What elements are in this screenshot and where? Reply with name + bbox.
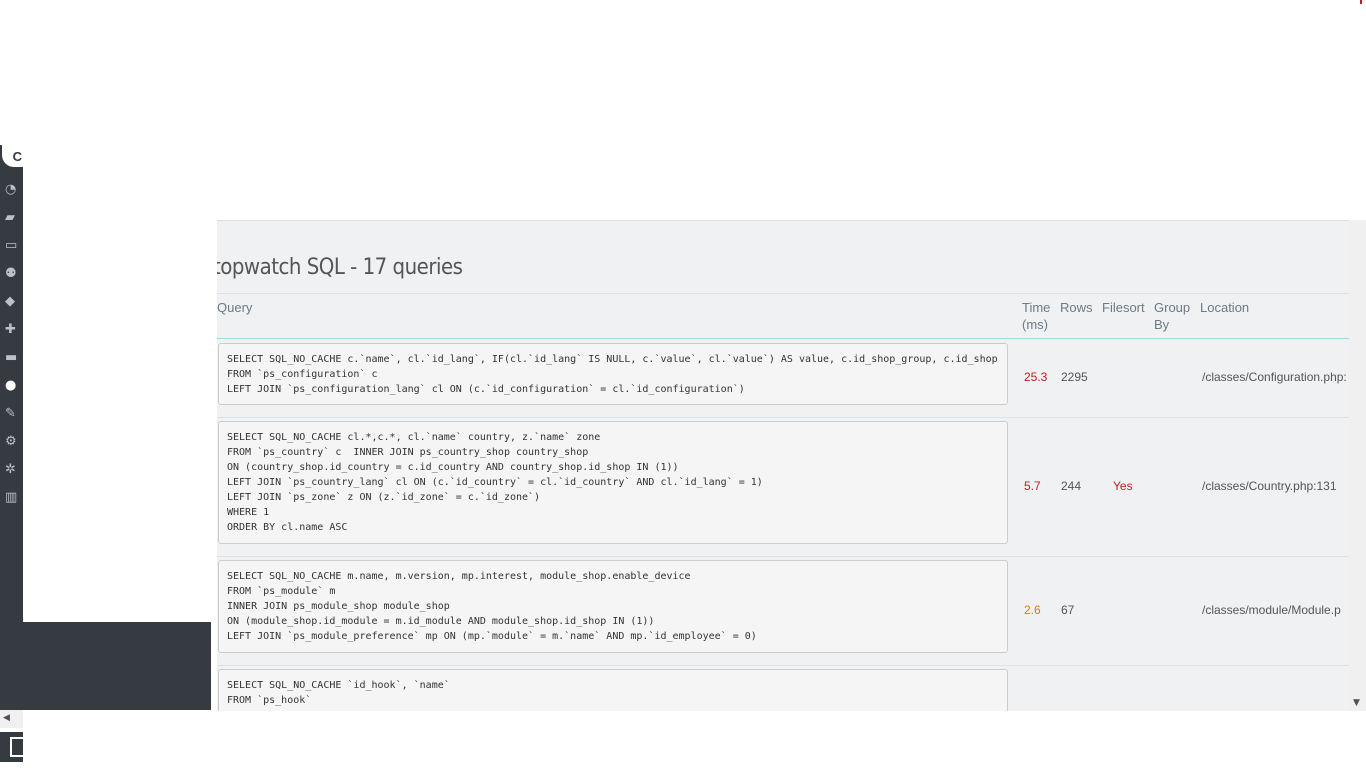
sql-query-block[interactable]: SELECT SQL_NO_CACHE cl.*,c.*, cl.`name` … (218, 421, 1008, 544)
header-time: Time (ms) (1022, 300, 1051, 332)
sql-query-block[interactable]: SELECT SQL_NO_CACHE c.`name`, cl.`id_lan… (218, 343, 1008, 405)
sidebar-lower-area (0, 622, 211, 710)
table-row: SELECT SQL_NO_CACHE cl.*,c.*, cl.`name` … (217, 418, 1349, 557)
panel-toggle-icon (10, 737, 23, 757)
modules-icon[interactable]: ✚ (5, 323, 21, 337)
rows-value: 67 (1061, 603, 1075, 617)
rows-value: 2295 (1061, 370, 1088, 384)
sql-query-block[interactable]: SELECT SQL_NO_CACHE m.name, m.version, m… (218, 560, 1008, 653)
table-row: SELECT SQL_NO_CACHE m.name, m.version, m… (217, 557, 1349, 666)
table-header: Query Time (ms) Rows Filesort Group By L… (217, 294, 1349, 339)
table-row: SELECT SQL_NO_CACHE `id_hook`, `name` FR… (217, 666, 1349, 711)
location-value: /classes/Country.php:131 (1202, 479, 1337, 493)
time-value: 5.7 (1024, 479, 1041, 493)
rows-value: 244 (1061, 479, 1082, 493)
catalog-icon[interactable]: ▭ (5, 239, 21, 253)
sidebar-flyout-panel (23, 145, 211, 622)
header-group-by: Group By (1154, 300, 1191, 332)
customers-icon[interactable]: ⚉ (5, 267, 21, 281)
brand-logo[interactable]: C (2, 145, 23, 167)
horizontal-scrollbar[interactable]: ◀ (0, 710, 23, 728)
scroll-down-arrow-icon[interactable]: ▼ (1353, 698, 1360, 708)
location-value: /classes/Configuration.php: (1202, 370, 1347, 384)
table-row: SELECT SQL_NO_CACHE c.`name`, cl.`id_lan… (217, 339, 1349, 418)
location-value: /classes/module/Module.p (1202, 603, 1341, 617)
logo-letter: C (12, 148, 22, 164)
sql-query-block[interactable]: SELECT SQL_NO_CACHE `id_hook`, `name` FR… (218, 669, 1008, 711)
advanced-parameters-icon[interactable]: ⚙ (5, 435, 21, 449)
preferences-icon[interactable]: ✎ (5, 407, 21, 421)
stats-icon[interactable]: ▥ (5, 491, 21, 505)
header-rows: Rows (1060, 300, 1093, 315)
vertical-scrollbar[interactable]: ▼ (1349, 220, 1366, 710)
tags-icon[interactable]: ◆ (5, 295, 21, 309)
sql-stopwatch-panel: topwatch SQL - 17 queries Query Time (ms… (217, 220, 1366, 711)
header-location: Location (1200, 300, 1250, 315)
panel-title: topwatch SQL - 17 queries (217, 255, 463, 280)
dashboard-icon[interactable]: ◔ (5, 183, 21, 197)
localization-icon[interactable]: ● (5, 379, 21, 393)
time-value: 25.3 (1024, 370, 1048, 384)
time-value: 2.6 (1024, 603, 1041, 617)
header-query: Query (217, 300, 253, 315)
shipping-icon[interactable]: ▬ (5, 351, 21, 365)
collapsed-panel-toggle[interactable] (0, 732, 23, 762)
header-filesort: Filesort (1102, 300, 1145, 315)
settings-icon[interactable]: ✲ (5, 463, 21, 477)
scroll-left-arrow-icon[interactable]: ◀ (3, 713, 10, 723)
top-accent-mark (1360, 0, 1362, 4)
filesort-value: Yes (1113, 479, 1133, 493)
orders-icon[interactable]: ▰ (5, 211, 21, 225)
